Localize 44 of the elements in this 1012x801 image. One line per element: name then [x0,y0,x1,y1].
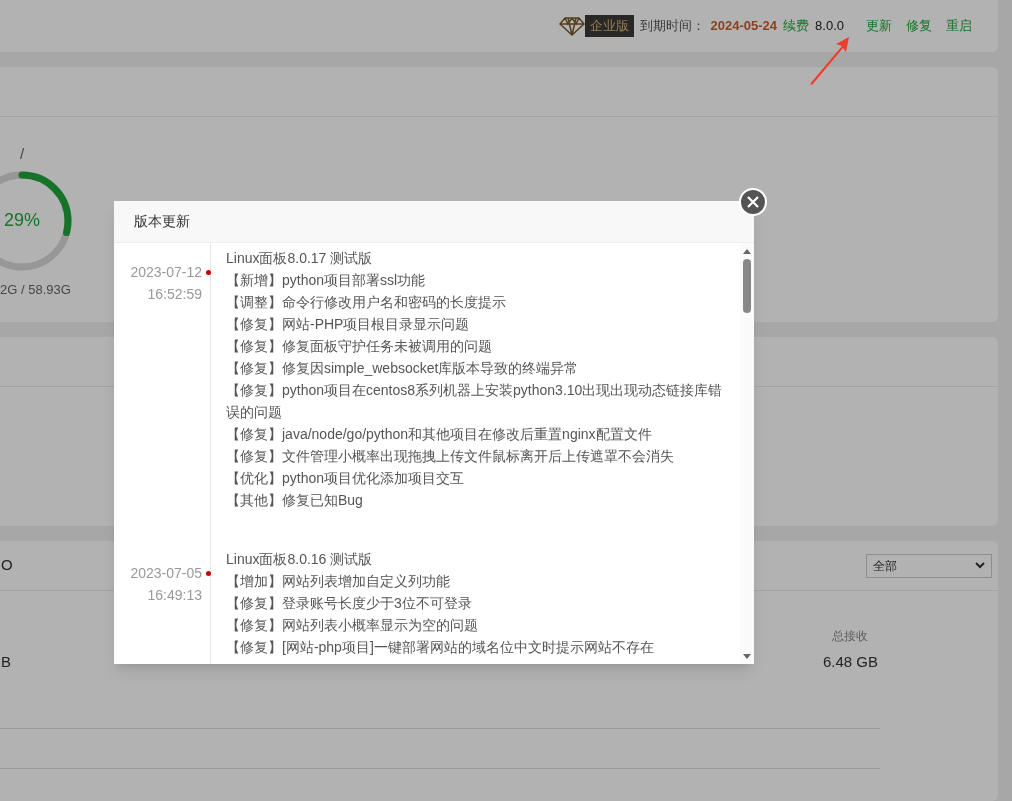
header-link[interactable]: 更新 [866,16,892,36]
release-time: 16:52:59 [147,285,202,304]
release-title: Linux面板8.0.16 测试版 [226,550,374,569]
dialog-title: 版本更新 [134,212,190,231]
release-note: 【修复】java/node/go/python和其他项目在修改后重置nginx配置文件 [226,425,653,444]
release-title: Linux面板8.0.17 测试版 [226,249,374,268]
chevron-down-icon [975,562,985,569]
disk-usage: 2G / 58.93G [0,280,72,299]
expiry-date: 2024-05-24 [710,17,778,36]
scrollbar[interactable] [740,243,754,664]
release-note: 【修复】网站-PHP项目根目录显示问题 [226,315,471,334]
release-note: 【优化】python项目优化添加项目交互 [226,469,466,488]
release-note: 【新增】python项目部署ssl功能 [226,271,427,290]
usage-percent: 29% [3,209,41,232]
close-icon [747,196,759,208]
scroll-down-icon[interactable] [743,654,751,660]
release-note: 【其他】修复已知Bug [226,491,364,510]
header-link[interactable]: 重启 [946,16,972,36]
mount-label: / [18,144,26,164]
filter-select[interactable]: 全部 [866,553,992,578]
release-note: 【修复】[网站-php项目]一键部署网站的域名位中文时提示网站不存在 [226,638,654,657]
release-date: 2023-07-12 [130,263,202,282]
expiry-label: 到期时间： [639,17,705,36]
release-note: 【调整】命令行修改用户名和密码的长度提示 [226,293,507,312]
header-link[interactable]: 修复 [906,16,932,36]
traffic-value: B [1,652,11,672]
release-note: 【修复】文件管理小概率出现拖拽上传文件鼠标离开后上传遮罩不会消失 [226,447,675,466]
release-note: 【修复】网站列表小概率显示为空的问题 [226,616,479,635]
release-time: 16:49:13 [147,586,202,605]
edition-badge: 企业版 [584,15,634,37]
release-note: 【增加】网站列表增加自定义列功能 [226,572,451,591]
release-note: 【修复】python项目在centos8系列机器上安装python3.10出现出现动态链接库错误的问题 [226,381,724,422]
diamond-icon [558,16,585,36]
scroll-thumb[interactable] [743,259,751,313]
release-date: 2023-07-05 [130,564,202,583]
release-note: 【修复】登录账号长度少于3位不可登录 [226,594,473,613]
version-text: 8.0.0 [815,17,844,36]
total-value: 6.48 GB [822,652,878,672]
scroll-up-icon[interactable] [743,248,751,254]
total-label: 总接收 [832,628,869,645]
card-title: O [1,555,13,576]
renew-link[interactable]: 续费 [783,16,810,36]
release-note: 【修复】修复因simple_websocket库版本导致的终端异常 [226,359,580,378]
release-note: 【修复】修复面板守护任务未被调用的问题 [226,337,493,356]
